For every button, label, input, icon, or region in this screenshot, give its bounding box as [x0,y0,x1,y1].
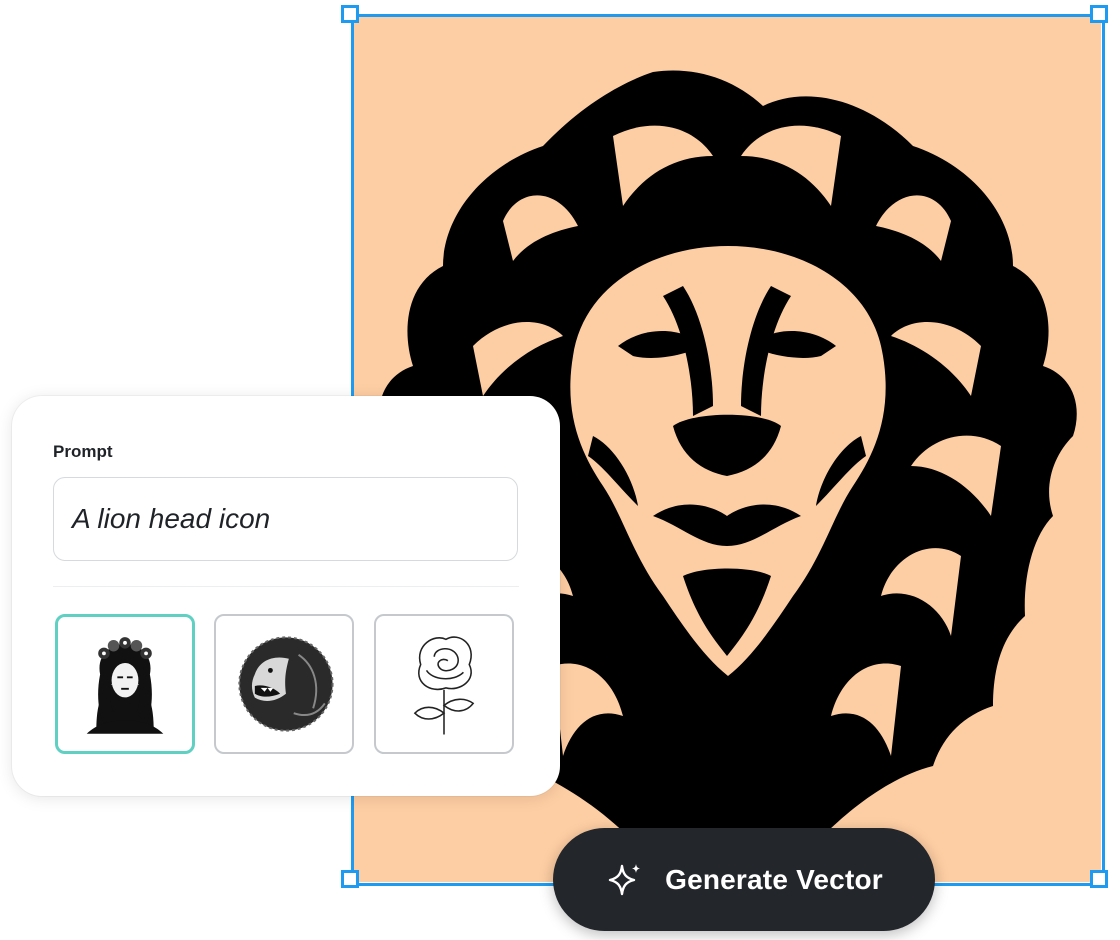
generate-vector-label: Generate Vector [665,863,883,895]
prompt-input[interactable]: A lion head icon [53,477,518,561]
rose-line-art-image [413,636,475,735]
prompt-card: Prompt A lion head icon [12,396,560,796]
style-thumbnail-woman[interactable] [55,614,195,754]
style-thumbnail-lion[interactable] [214,614,354,754]
resize-handle-top-right[interactable] [1090,5,1108,23]
resize-handle-top-left[interactable] [341,5,359,23]
generate-vector-button[interactable]: Generate Vector [553,828,935,931]
style-thumbnail-rose[interactable] [374,614,514,754]
resize-handle-bottom-left[interactable] [341,870,359,888]
resize-handle-bottom-right[interactable] [1090,870,1108,888]
divider [53,586,519,587]
woman-flower-crown-image [86,637,164,734]
roaring-lion-image [238,636,334,732]
sparkle-icon [608,863,641,895]
prompt-input-value: A lion head icon [72,503,271,534]
prompt-label: Prompt [53,442,113,461]
